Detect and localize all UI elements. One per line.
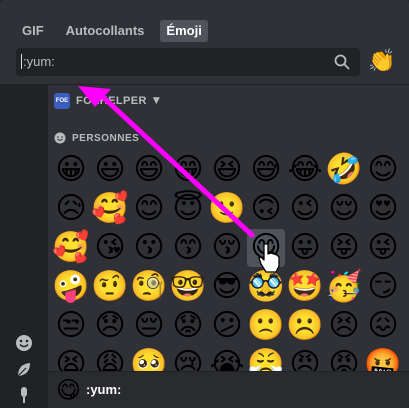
emoji-cell[interactable]: 🙃	[247, 190, 285, 228]
emoji-cell[interactable]: 😝	[325, 229, 363, 267]
picker-header: GIF Autocollants Émoji :yum: 👏	[0, 0, 409, 85]
emoji-cell[interactable]: 😡	[325, 346, 363, 372]
smiley-icon[interactable]	[14, 333, 34, 353]
emoji-cell[interactable]: 😖	[364, 307, 402, 345]
emoji-cell[interactable]: 😂	[286, 151, 324, 189]
emoji-cell[interactable]: 😜	[364, 229, 402, 267]
emoji-cell[interactable]: 😛	[286, 229, 324, 267]
emoji-cell[interactable]: 😍	[364, 190, 402, 228]
emoji-cell[interactable]: ☹️	[286, 307, 324, 345]
search-input[interactable]: :yum:	[16, 48, 360, 76]
emoji-cell[interactable]: 🧐	[130, 268, 168, 306]
emoji-cell[interactable]: 😌	[325, 190, 363, 228]
emoji-cell[interactable]: 😘	[91, 229, 129, 267]
server-section-header[interactable]: FOE FOEHELPER ▼	[54, 93, 160, 109]
emoji-cell[interactable]: 🙁	[247, 307, 285, 345]
emoji-cell[interactable]: 🥳	[325, 268, 363, 306]
leaf-icon[interactable]	[14, 360, 34, 380]
tab-stickers[interactable]: Autocollants	[60, 20, 151, 42]
emoji-cell[interactable]: 😥	[52, 190, 90, 228]
server-label: FOEHELPER	[76, 95, 147, 107]
emoji-cell[interactable]: 😒	[52, 307, 90, 345]
server-badge: FOE	[54, 93, 70, 109]
emoji-cell[interactable]: 😤	[247, 346, 285, 372]
emoji-cell[interactable]: 😊	[130, 190, 168, 228]
emoji-cell[interactable]: 🤣	[325, 151, 363, 189]
chevron-down-icon[interactable]: ▼	[153, 96, 160, 106]
category-label: PERSONNES	[72, 132, 140, 144]
emoji-cell[interactable]: 😗	[130, 229, 168, 267]
category-header: PERSONNES	[54, 132, 139, 144]
emoji-cell[interactable]: 😩	[91, 346, 129, 372]
tab-emoji[interactable]: Émoji	[160, 20, 208, 42]
emoji-cell[interactable]: 😅	[247, 151, 285, 189]
category-sidebar	[0, 85, 48, 408]
preview-emoji-name: :yum:	[86, 382, 122, 397]
emoji-cell[interactable]: 😫	[52, 346, 90, 372]
emoji-cell[interactable]: 😊	[364, 151, 402, 189]
emoji-cell[interactable]: 😕	[208, 307, 246, 345]
emoji-cell[interactable]: 😭	[208, 346, 246, 372]
emoji-cell[interactable]: 😆	[208, 151, 246, 189]
emoji-cell[interactable]: 😄	[130, 151, 168, 189]
emoji-cell[interactable]: 😎	[208, 268, 246, 306]
tab-gif[interactable]: GIF	[16, 20, 50, 42]
emoji-cell[interactable]: 😟	[169, 307, 207, 345]
picker-tabs: GIF Autocollants Émoji	[16, 20, 208, 42]
emoji-cell[interactable]: 😞	[91, 307, 129, 345]
emoji-cell[interactable]: 😇	[169, 190, 207, 228]
emoji-cell[interactable]: 😉	[286, 190, 324, 228]
emoji-cell[interactable]: 🥺	[130, 346, 168, 372]
emoji-cell[interactable]: 🤪	[52, 268, 90, 306]
emoji-cell[interactable]: 😙	[169, 229, 207, 267]
emoji-list: FOE FOEHELPER ▼ PERSONNES 😀 😃 😄 😁 😆 😅 😂 🤣 😊 😥 🥰 😊 😇 🙂…	[48, 85, 409, 372]
search-icon[interactable]	[334, 54, 350, 70]
emoji-cell[interactable]: 😏	[364, 268, 402, 306]
emoji-cell[interactable]: 🥰	[91, 190, 129, 228]
preview-emoji: 😋	[56, 376, 82, 404]
emoji-cell[interactable]: 🤩	[286, 268, 324, 306]
random-emoji-button[interactable]: 👏	[368, 48, 396, 76]
emoji-cell[interactable]: 😋	[247, 229, 285, 267]
emoji-preview-footer: 😋 :yum:	[48, 371, 409, 408]
emoji-cell[interactable]: 🤓	[169, 268, 207, 306]
emoji-cell[interactable]: 🥸	[247, 268, 285, 306]
emoji-cell[interactable]: 😁	[169, 151, 207, 189]
emoji-cell[interactable]: 😀	[52, 151, 90, 189]
emoji-picker: GIF Autocollants Émoji :yum: 👏 FOE FOEHE…	[0, 0, 409, 408]
emoji-cell[interactable]: 🤨	[91, 268, 129, 306]
search-input-value: :yum:	[21, 54, 55, 69]
emoji-cell[interactable]: 😠	[286, 346, 324, 372]
emoji-cell[interactable]: 🙂	[208, 190, 246, 228]
emoji-cell[interactable]: 😚	[208, 229, 246, 267]
emoji-cell[interactable]: 😣	[325, 307, 363, 345]
emoji-grid: 😀 😃 😄 😁 😆 😅 😂 🤣 😊 😥 🥰 😊 😇 🙂 🙃 😉 😌 😍 🥰 😘 😗 😙 😚 😋 😛 😝 😜 🤪 🤨 🧐 🤓 😎 🥸 🤩 🥳 😏 😒 😞 😔 😟…	[52, 151, 408, 372]
food-icon[interactable]	[14, 385, 34, 405]
emoji-cell[interactable]: 😃	[91, 151, 129, 189]
emoji-cell[interactable]: 🤬	[364, 346, 402, 372]
emoji-cell[interactable]: 🥰	[52, 229, 90, 267]
emoji-cell[interactable]: 😔	[130, 307, 168, 345]
emoji-cell[interactable]: 😢	[169, 346, 207, 372]
smiley-icon	[54, 132, 66, 144]
